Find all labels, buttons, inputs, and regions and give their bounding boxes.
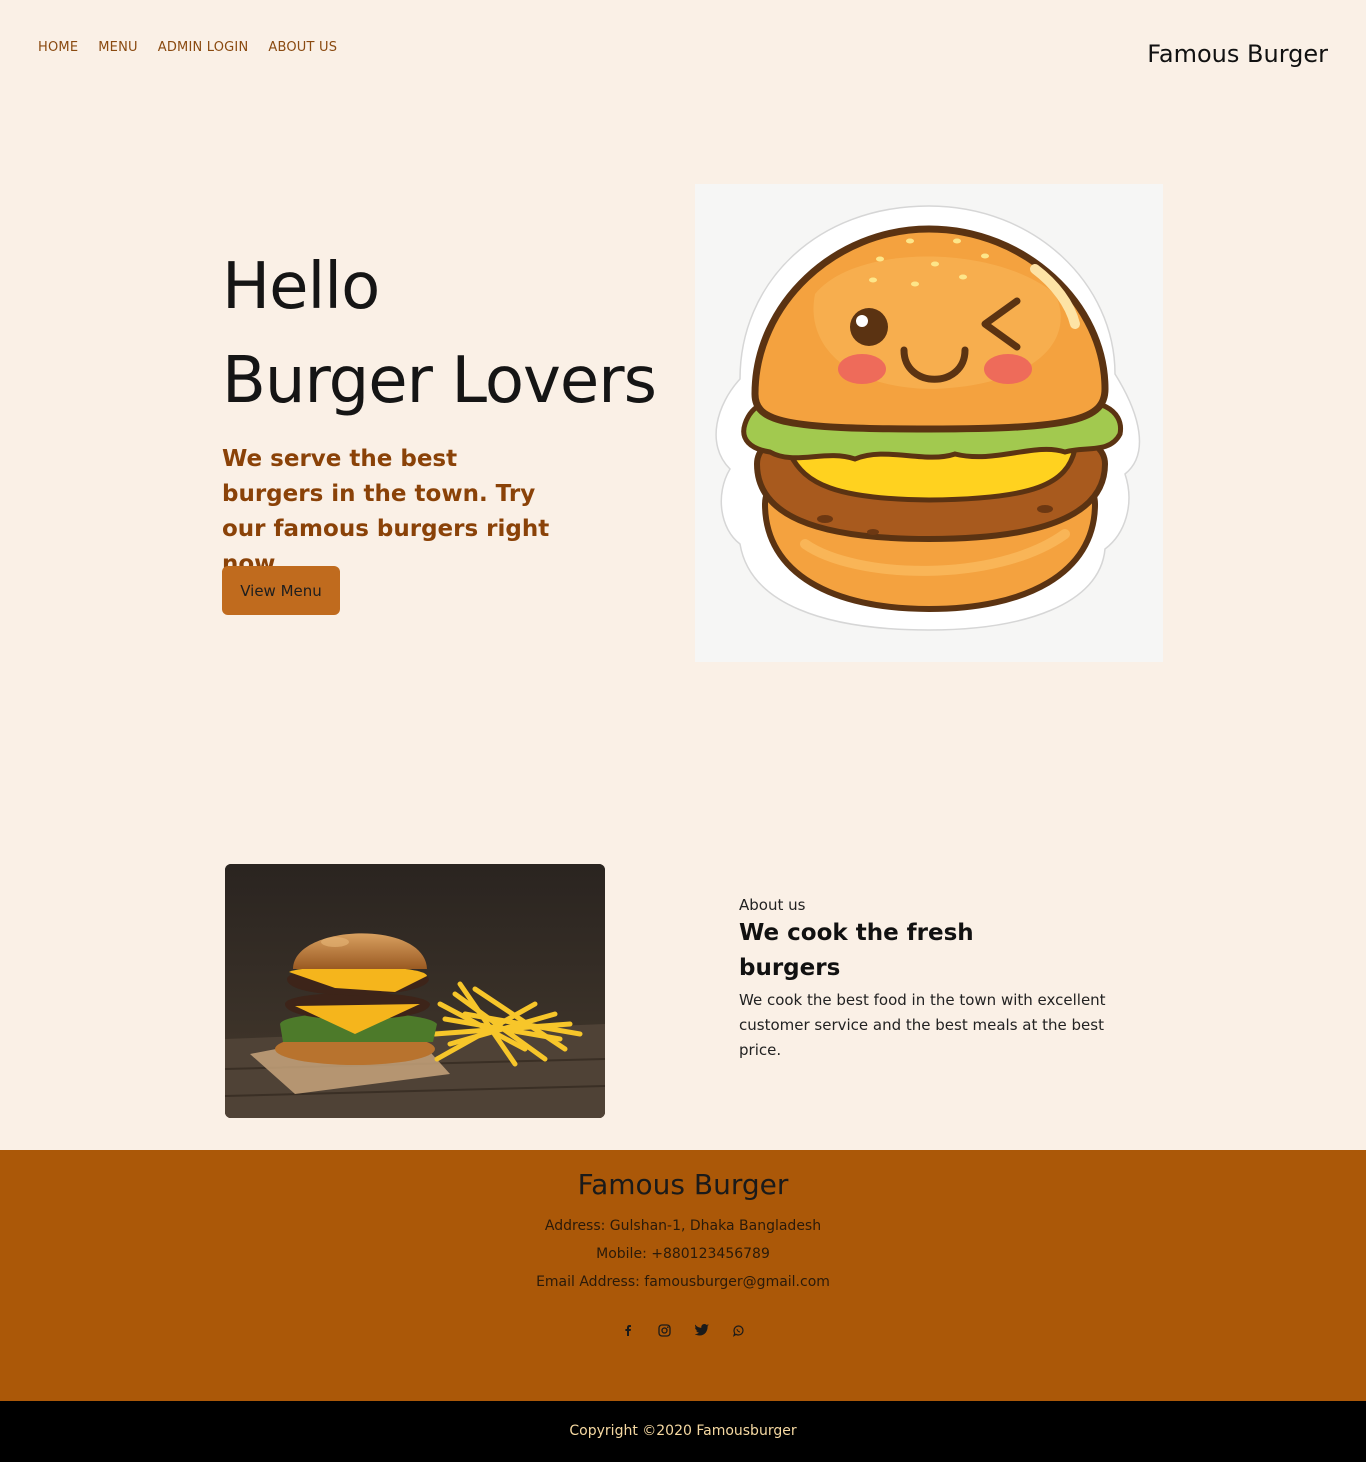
social-links bbox=[0, 1323, 1366, 1337]
brand-logo[interactable]: Famous Burger bbox=[1147, 40, 1328, 68]
whatsapp-icon[interactable] bbox=[732, 1323, 746, 1337]
main-nav: HOME MENU ADMIN LOGIN ABOUT US bbox=[38, 40, 337, 55]
hero-title-line2: Burger Lovers bbox=[222, 344, 657, 418]
instagram-icon[interactable] bbox=[658, 1323, 672, 1337]
footer: Famous Burger Address: Gulshan-1, Dhaka … bbox=[0, 1150, 1366, 1401]
twitter-icon[interactable] bbox=[694, 1323, 709, 1337]
footer-email: Email Address: famousburger@gmail.com bbox=[536, 1274, 830, 1290]
facebook-icon[interactable] bbox=[621, 1323, 635, 1337]
footer-mobile: Mobile: +880123456789 bbox=[596, 1246, 770, 1262]
view-menu-button[interactable]: View Menu bbox=[222, 566, 340, 615]
copyright-bar: Copyright ©2020 Famousburger bbox=[0, 1401, 1366, 1462]
burger-fries-photo bbox=[225, 864, 605, 1118]
nav-item-menu[interactable]: MENU bbox=[98, 40, 137, 55]
about-text: About us We cook the fresh burgers We co… bbox=[739, 896, 1139, 1063]
hero-title-line1: Hello bbox=[222, 250, 380, 324]
about-body: We cook the best food in the town with e… bbox=[739, 991, 1106, 1059]
footer-title: Famous Burger bbox=[577, 1168, 789, 1201]
burger-mascot-image bbox=[695, 184, 1163, 662]
copyright-text: Copyright ©2020 Famousburger bbox=[569, 1423, 797, 1439]
about-title: We cook the fresh burgers bbox=[739, 920, 974, 981]
hero-subtitle: We serve the best burgers in the town. T… bbox=[222, 446, 550, 577]
nav-item-home[interactable]: HOME bbox=[38, 40, 78, 55]
burger-photo-illustration bbox=[225, 864, 605, 1118]
hero-text: Hello Burger Lovers We serve the best bu… bbox=[222, 240, 682, 582]
footer-address: Address: Gulshan-1, Dhaka Bangladesh bbox=[544, 1218, 822, 1234]
about-eyebrow: About us bbox=[739, 896, 806, 914]
burger-mascot-illustration bbox=[715, 205, 1141, 631]
hero-title: Hello Burger Lovers bbox=[222, 240, 682, 428]
nav-item-admin-login[interactable]: ADMIN LOGIN bbox=[158, 40, 249, 55]
nav-item-about-us[interactable]: ABOUT US bbox=[268, 40, 337, 55]
